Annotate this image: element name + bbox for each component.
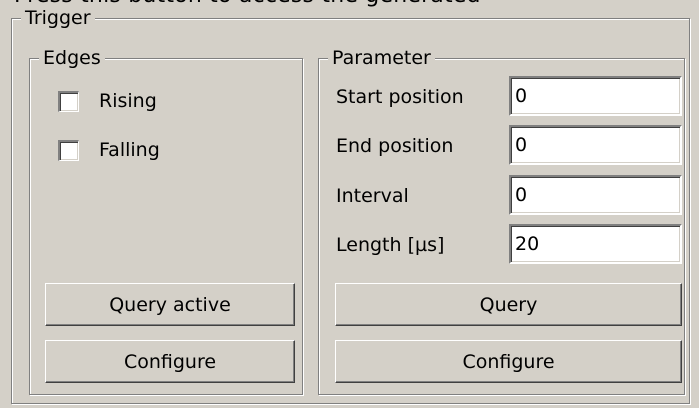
rising-label: Rising [99,90,157,112]
query-button[interactable]: Query [335,283,682,326]
end-position-field[interactable] [509,125,682,165]
length-label: Length [µs] [336,234,445,256]
falling-checkbox[interactable] [58,139,79,161]
query-active-button[interactable]: Query active [45,283,295,326]
start-position-field[interactable] [509,76,682,116]
length-field[interactable] [509,224,682,264]
interval-label: Interval [336,185,409,207]
falling-label: Falling [99,139,160,161]
falling-checkbox-row[interactable]: Falling [58,137,160,163]
start-position-label: Start position [336,86,464,108]
rising-checkbox[interactable] [58,90,79,112]
end-position-label: End position [336,135,454,157]
parameter-configure-button[interactable]: Configure [335,340,682,383]
rising-checkbox-row[interactable]: Rising [58,88,157,114]
parameter-group-title: Parameter [328,47,435,69]
edges-configure-button[interactable]: Configure [45,340,295,383]
edges-group-title: Edges [39,47,105,69]
trigger-group-title: Trigger [21,7,95,29]
interval-field[interactable] [509,175,682,215]
